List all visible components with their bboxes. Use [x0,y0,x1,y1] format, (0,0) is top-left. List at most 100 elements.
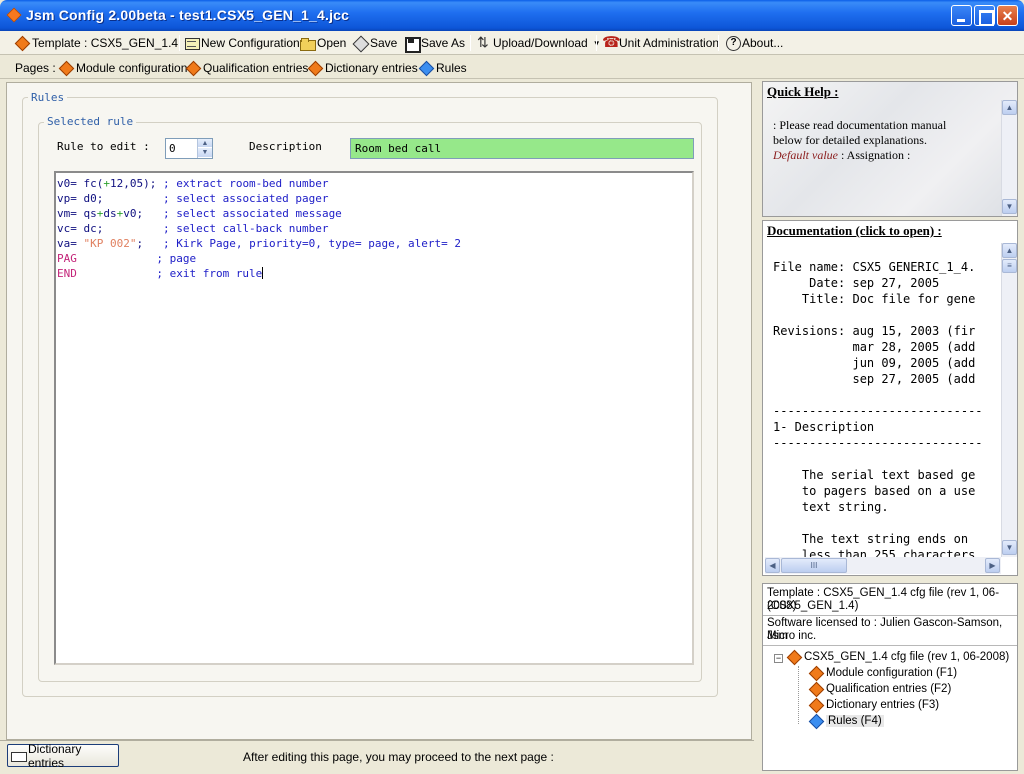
documentation-panel[interactable]: Documentation (click to open) : File nam… [762,220,1018,576]
qualification-entries-icon [809,682,823,696]
maximize-button[interactable] [974,5,995,26]
code-token: va= [57,237,84,250]
template-line: (CSX5_GEN_1.4) [767,600,859,612]
tree-root-icon [787,650,801,664]
tree-item-rules[interactable]: Rules (F4) [809,714,884,728]
code-token: PAG [57,252,157,265]
divider [763,615,1017,616]
page-link-dictionary-entries[interactable]: Dictionary entries [308,59,418,77]
toolbar-separator [596,35,597,51]
dictionary-entries-button[interactable]: Dictionary entries [7,741,119,770]
code-token: v0; [123,207,163,220]
documentation-hscrollbar[interactable]: ◀ III ▶ [765,557,1001,574]
dictionary-entries-button-label: Dictionary entries [28,741,82,770]
assignation-label: : Assignation : [837,148,911,162]
close-button[interactable] [997,5,1018,26]
unit-administration-button[interactable]: Unit Administration [602,33,719,52]
toolbar-separator [718,35,719,51]
tree-item-label: Qualification entries (F2) [826,683,952,695]
scroll-down-button[interactable]: ▼ [1002,199,1017,214]
template-dropdown[interactable]: Template : CSX5_GEN_1.4 ▼ [15,34,191,52]
tree-root[interactable]: CSX5_GEN_1.4 cfg file (rev 1, 06-2008) [787,650,1009,664]
tree-item-dictionary-entries[interactable]: Dictionary entries (F3) [809,698,939,712]
tree-item-module-configuration[interactable]: Module configuration (F1) [809,666,957,680]
documentation-line [773,307,999,323]
about-label: About... [742,36,784,50]
documentation-text: File name: CSX5 GENERIC_1_4. Date: sep 2… [773,259,999,559]
documentation-line [773,515,999,531]
template-icon [15,36,29,50]
code-line: vm= qs+ds+v0; ; select associated messag… [57,206,691,221]
pages-tree: − CSX5_GEN_1.4 cfg file (rev 1, 06-2008)… [763,646,1017,770]
about-button[interactable]: About... [725,34,783,52]
title-bar: Jsm Config 2.00beta - test1.CSX5_GEN_1_4… [0,0,1024,31]
description-input[interactable]: Room bed call [350,138,694,159]
scroll-up-button[interactable]: ▲ [1002,243,1017,258]
code-token: vp= d0; [57,192,163,205]
rule-to-edit-value[interactable]: 0 [169,142,176,155]
save-label: Save [370,36,398,50]
phone-icon [602,33,621,51]
code-token: ; select associated pager [162,192,329,205]
page-link-label: Module configuration [76,61,188,75]
code-token: ; page [156,252,197,265]
description-label: Description [249,140,322,153]
quick-help-line: below for detailed explanations. [773,133,927,147]
scroll-right-button[interactable]: ▶ [985,558,1000,573]
status-message: After editing this page, you may proceed… [243,750,554,764]
upload-download-label: Upload/Download [493,36,588,50]
scroll-thumb[interactable]: III [781,558,847,573]
new-configuration-button[interactable]: New Configuration [184,34,300,52]
quick-help-scrollbar[interactable]: ▲ ▼ [1001,100,1017,216]
upload-download-dropdown[interactable]: Upload/Download ▼ [476,34,601,52]
page-link-label: Dictionary entries [325,61,418,75]
pages-bar: Pages : Module configuration Qualificati… [0,56,1024,79]
minimize-button[interactable] [951,5,972,26]
code-token: ; select associated message [163,207,342,220]
scroll-left-button[interactable]: ◀ [765,558,780,573]
rule-to-edit-spinner[interactable]: 0 ▲ ▼ [165,138,213,159]
quick-help-line: : Please read documentation manual [773,118,947,132]
tree-line [798,666,799,724]
scroll-up-button[interactable]: ▲ [1002,100,1017,115]
code-line: v0= fc(+12,05); ; extract room-bed numbe… [57,176,691,191]
scroll-down-button[interactable]: ▼ [1002,540,1017,555]
save-as-button[interactable]: Save As [404,34,465,53]
tree-item-qualification-entries[interactable]: Qualification entries (F2) [809,682,951,696]
documentation-title[interactable]: Documentation (click to open) : [767,223,942,239]
new-document-icon [184,36,200,50]
spinner-up-button[interactable]: ▲ [198,139,212,148]
documentation-line: text string. [773,500,889,514]
dictionary-icon [11,749,27,763]
open-button[interactable]: Open [300,34,346,52]
template-label: Template : CSX5_GEN_1.4 [32,36,179,50]
tree-collapse-icon[interactable]: − [774,654,783,663]
documentation-vscrollbar[interactable]: ▲ ≡ ▼ [1001,243,1017,557]
code-token: END [57,267,157,280]
tree-item-label: Rules (F4) [826,715,884,727]
save-button[interactable]: Save [353,34,397,52]
rules-icon [809,714,823,728]
page-link-module-configuration[interactable]: Module configuration [59,59,187,77]
qualification-entries-icon [186,61,200,75]
dictionary-entries-icon [308,61,322,75]
page-link-rules[interactable]: Rules [419,59,467,77]
code-token: ; Kirk Page, priority=0, type= page, ale… [162,237,461,250]
help-icon [725,36,741,51]
spinner-down-button[interactable]: ▼ [198,148,212,157]
page-link-qualification-entries[interactable]: Qualification entries [186,59,308,77]
quick-help-default: Default value : Assignation : [773,148,946,163]
save-icon [353,36,367,50]
rule-code-editor[interactable]: v0= fc(+12,05); ; extract room-bed numbe… [54,171,694,665]
documentation-line: The serial text based ge [773,468,976,482]
code-token: ; [136,237,163,250]
documentation-line: jun 09, 2005 (add [773,356,976,370]
scroll-thumb[interactable]: ≡ [1002,259,1017,273]
documentation-line: ----------------------------- [773,436,983,450]
documentation-line: Title: Doc file for gene [773,292,976,306]
code-token: v0= fc( [57,177,104,190]
open-label: Open [317,36,347,50]
status-bar: Dictionary entries After editing this pa… [0,740,754,774]
code-token: ; select call-back number [162,222,329,235]
dictionary-entries-icon [809,698,823,712]
